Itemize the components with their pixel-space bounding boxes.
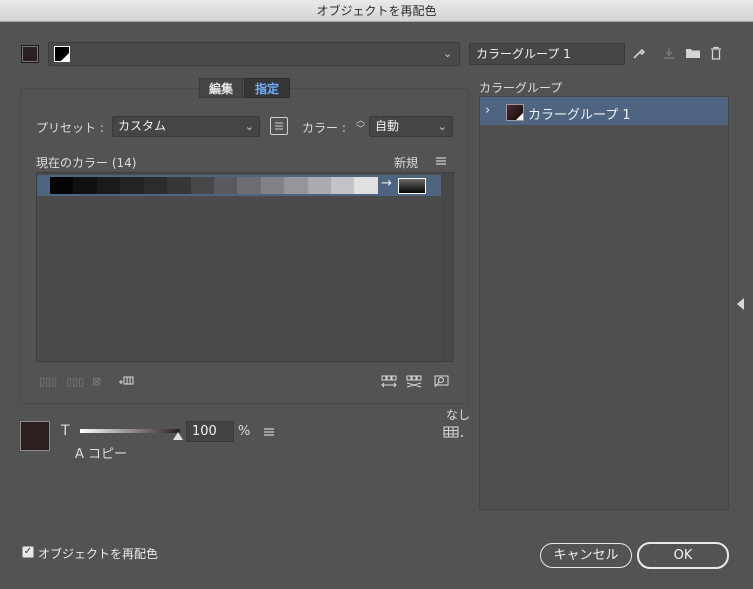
preset-label: プリセット : — [36, 121, 104, 135]
chevron-down-icon: ⌄ — [437, 120, 447, 133]
randomize-order-icon[interactable] — [380, 374, 398, 393]
tab-assign[interactable]: 指定 — [244, 78, 290, 98]
current-color-cell[interactable] — [237, 177, 261, 194]
ok-button[interactable]: OK — [637, 542, 729, 569]
list-menu-icon[interactable] — [434, 155, 448, 167]
selected-color-swatch[interactable] — [20, 421, 50, 451]
percent-unit: % — [238, 424, 251, 439]
color-group-name: カラーグループ 1 — [528, 108, 631, 123]
tint-slider-handle[interactable] — [173, 432, 183, 440]
find-color-icon[interactable] — [432, 374, 450, 393]
tint-letter-label: T — [61, 423, 70, 439]
color-reduction-options-icon[interactable] — [270, 117, 288, 135]
colorization-method-icon[interactable] — [443, 426, 465, 441]
current-color-strip[interactable] — [50, 177, 378, 194]
colors-value: 自動 — [375, 119, 400, 133]
preset-dropdown[interactable]: カスタム ⌄ — [112, 116, 260, 137]
ink-name-label: A コピー — [75, 447, 128, 462]
current-color-cell[interactable] — [96, 177, 121, 194]
collapse-panel-icon[interactable] — [737, 298, 744, 310]
color-groups-header: カラーグループ — [479, 81, 563, 95]
new-column-label: 新規 — [394, 156, 419, 170]
cancel-button[interactable]: キャンセル — [540, 543, 632, 568]
merge-colors-icon[interactable]: ▯▯▯ — [39, 375, 57, 388]
randomize-saturation-icon[interactable] — [405, 374, 423, 393]
colors-label: カラー : — [302, 121, 346, 135]
current-color-cell[interactable] — [143, 177, 168, 194]
trash-icon[interactable] — [708, 46, 724, 65]
none-label: なし — [446, 408, 471, 422]
exclude-colors-icon[interactable]: ⊠ — [92, 375, 101, 388]
current-color-cell[interactable] — [331, 177, 355, 194]
new-group-icon[interactable] — [684, 46, 702, 65]
current-color-cell[interactable] — [167, 177, 191, 194]
current-color-cell[interactable] — [190, 177, 214, 194]
window-title: オブジェクトを再配色 — [0, 0, 753, 22]
current-color-cell[interactable] — [284, 177, 308, 194]
harmony-rules-dropdown[interactable] — [48, 42, 460, 66]
current-color-cell[interactable] — [120, 177, 144, 194]
tint-slider-track[interactable] — [80, 429, 180, 433]
current-color-cell[interactable] — [307, 177, 332, 194]
new-color-swatch[interactable] — [398, 178, 426, 194]
tab-edit[interactable]: 編集 — [199, 78, 243, 98]
color-groups-panel — [479, 96, 729, 510]
current-color-cell[interactable] — [354, 177, 378, 194]
tint-value-field[interactable]: 100 — [186, 421, 234, 442]
recolor-art-checkbox[interactable]: ✓ — [22, 546, 34, 558]
recolor-art-label: オブジェクトを再配色 — [38, 547, 159, 561]
current-color-cell[interactable] — [213, 177, 238, 194]
chevron-down-icon: ⌄ — [244, 120, 254, 133]
chevron-down-icon[interactable]: ⌄ — [443, 47, 452, 60]
list-scrollbar[interactable] — [441, 173, 453, 361]
preset-value: カスタム — [118, 119, 167, 133]
colors-count-dropdown[interactable]: 自動 ⌄ — [369, 116, 453, 137]
new-row-icon[interactable] — [118, 374, 134, 391]
color-group-name-field[interactable]: カラーグループ 1 — [469, 43, 625, 65]
assign-arrow-icon: → — [381, 176, 392, 191]
current-colors-label: 現在のカラー (14) — [36, 156, 137, 170]
current-color-cell[interactable] — [50, 177, 74, 194]
color-mode-menu-icon[interactable] — [262, 426, 276, 438]
color-assignment-list[interactable] — [36, 172, 454, 362]
save-changes-icon[interactable] — [661, 46, 677, 65]
current-color-cell[interactable] — [73, 177, 97, 194]
expand-chevron-icon[interactable]: › — [485, 103, 490, 118]
colors-stepper[interactable]: ︿ ﹀ — [353, 117, 368, 137]
eyedropper-icon[interactable] — [631, 46, 647, 65]
harmony-color-swatch — [54, 46, 70, 62]
current-color-cell[interactable] — [260, 177, 285, 194]
color-group-swatch — [506, 104, 524, 121]
separate-colors-icon[interactable]: ▯▯▯ — [66, 375, 84, 388]
base-color-swatch[interactable] — [21, 45, 39, 63]
